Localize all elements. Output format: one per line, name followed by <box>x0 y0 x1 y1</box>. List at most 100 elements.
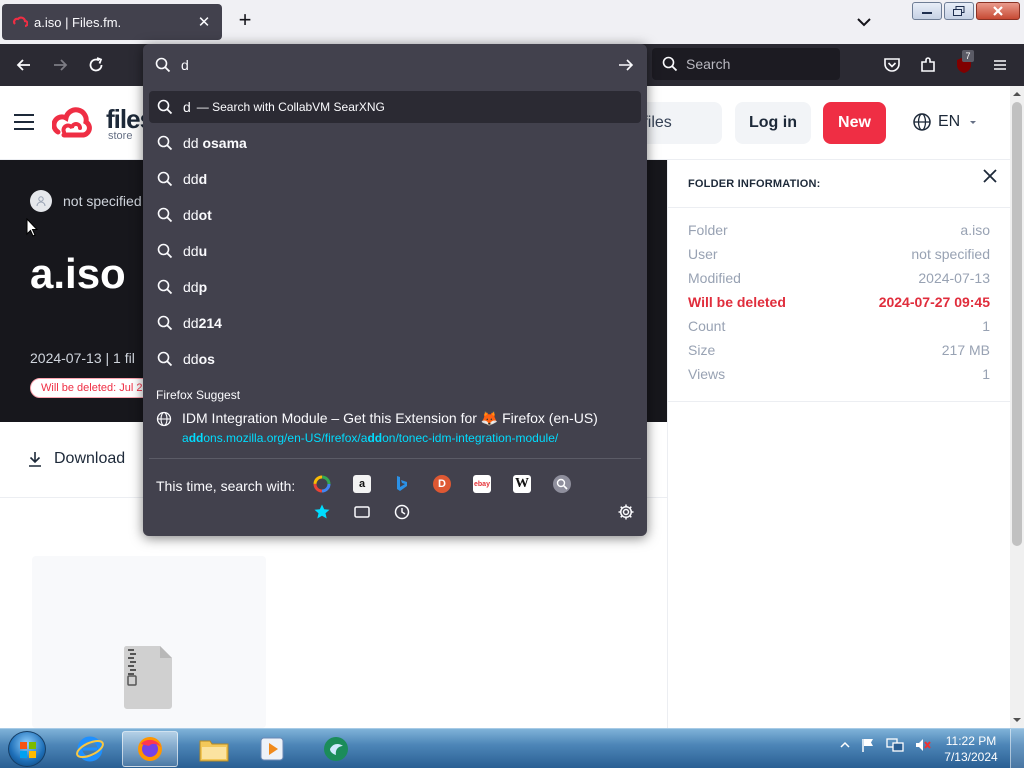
language-selector[interactable]: EN <box>912 112 980 132</box>
back-arrow-icon[interactable] <box>14 55 34 75</box>
window-close-button[interactable] <box>976 2 1020 20</box>
taskbar-internet-explorer[interactable] <box>62 731 118 767</box>
amazon-engine-icon[interactable]: a <box>353 475 371 493</box>
scrollbar-thumb[interactable] <box>1012 102 1022 546</box>
history-clock-icon[interactable] <box>393 503 411 521</box>
panel-header: FOLDER INFORMATION: <box>668 160 1010 208</box>
suggestion-text: ddos <box>183 351 215 367</box>
taskbar-media-player[interactable] <box>244 731 300 767</box>
avatar <box>30 190 52 212</box>
show-desktop-button[interactable] <box>1010 729 1024 768</box>
bookmarks-star-icon[interactable] <box>313 503 331 521</box>
searxng-engine-icon[interactable] <box>553 475 571 493</box>
url-segment: a <box>182 431 189 445</box>
search-icon <box>662 56 678 72</box>
info-value: a.iso <box>960 222 990 238</box>
suggestion-row[interactable]: d — Search with CollabVM SearXNG <box>149 91 641 123</box>
address-bar-text: d <box>181 57 189 73</box>
suggestion-typed-part: dd <box>183 171 199 187</box>
clock-time: 11:22 PM <box>945 734 997 748</box>
firefox-icon <box>138 737 162 761</box>
windows-taskbar: 11:22 PM 7/13/2024 <box>0 728 1024 768</box>
caret-down-icon <box>970 121 977 124</box>
app-menu-hamburger-icon[interactable] <box>990 55 1010 75</box>
restore-button[interactable] <box>944 2 974 20</box>
download-icon <box>29 452 41 467</box>
scroll-down-arrow-icon[interactable] <box>1013 716 1021 724</box>
info-label: Modified <box>688 270 741 286</box>
start-button[interactable] <box>8 731 46 767</box>
close-panel-icon[interactable] <box>980 166 1000 186</box>
volume-muted-icon[interactable] <box>914 737 932 753</box>
folder-information-panel: FOLDER INFORMATION: Folder a.iso User not s… <box>667 160 1010 728</box>
folder-info-row: Views 1 <box>688 362 990 386</box>
media-player-icon <box>260 737 284 761</box>
page-scrollbar[interactable] <box>1010 86 1024 728</box>
show-hidden-icons-icon[interactable] <box>840 740 850 750</box>
info-value: 1 <box>982 318 990 334</box>
extension-badge: 7 <box>962 50 974 62</box>
globe-icon <box>913 113 931 131</box>
site-menu-icon[interactable] <box>14 114 34 132</box>
list-all-tabs-chevron-icon[interactable] <box>854 12 874 32</box>
reload-icon[interactable] <box>86 55 106 75</box>
tab-close-icon[interactable]: ✕ <box>196 13 212 31</box>
info-label: Will be deleted <box>688 294 786 310</box>
wikipedia-engine-icon[interactable]: W <box>513 475 531 493</box>
search-icon <box>157 279 173 295</box>
suggestion-row[interactable]: ddot <box>149 199 641 231</box>
search-bar[interactable]: Search <box>652 48 840 80</box>
search-icon <box>157 243 173 259</box>
pocket-icon[interactable] <box>882 55 902 75</box>
minimize-button[interactable] <box>912 2 942 20</box>
new-button[interactable]: New <box>823 102 886 144</box>
search-settings-gear-icon[interactable] <box>617 503 635 521</box>
suggestion-row[interactable]: ddp <box>149 271 641 303</box>
suggestion-row[interactable]: ddos <box>149 343 641 375</box>
info-value: 2024-07-13 <box>918 270 990 286</box>
suggestion-completion-part: ot <box>198 207 212 223</box>
folder-info-list: Folder a.iso User not specified Modified 2024… <box>668 208 1010 402</box>
suggestion-row[interactable]: dd214 <box>149 307 641 339</box>
suggestion-typed-part: dd <box>183 207 199 223</box>
duckduckgo-engine-icon[interactable]: D <box>433 475 451 493</box>
go-arrow-icon[interactable] <box>617 56 635 74</box>
login-button[interactable]: Log in <box>735 102 811 144</box>
suggestion-row[interactable]: ddd <box>149 163 641 195</box>
tab-title: a.iso | Files.fm. <box>34 14 122 30</box>
bing-engine-icon[interactable] <box>393 475 411 493</box>
network-icon[interactable] <box>886 737 904 753</box>
suggestion-row[interactable]: dd osama <box>149 127 641 159</box>
suggestion-typed-part: dd <box>183 243 199 259</box>
ebay-engine-icon[interactable]: ebay <box>473 475 491 493</box>
globe-icon <box>156 411 172 426</box>
address-bar-input[interactable]: d <box>143 44 647 86</box>
info-value: 2024-07-27 09:45 <box>878 294 990 310</box>
new-tab-button[interactable]: + <box>234 9 256 32</box>
extension-suggestion[interactable]: IDM Integration Module – Get this Extens… <box>156 410 636 445</box>
suggestion-typed-part: dd <box>183 351 199 367</box>
suggestion-action-text: — Search with CollabVM SearXNG <box>196 100 385 114</box>
suggestion-text: dd osama <box>183 135 247 151</box>
folder-title: a.iso <box>30 250 126 297</box>
taskbar-app-globe[interactable] <box>308 731 364 767</box>
suggestion-typed-part: dd <box>183 279 199 295</box>
url-segment: ons.mozilla.org/en-US/firefox/a <box>203 431 368 445</box>
taskbar-file-explorer[interactable] <box>186 731 242 767</box>
tab-a-iso[interactable]: a.iso | Files.fm. ✕ <box>2 4 222 40</box>
scroll-up-arrow-icon[interactable] <box>1013 90 1021 98</box>
download-button[interactable]: Download <box>26 450 125 468</box>
action-center-flag-icon[interactable] <box>860 737 876 753</box>
folder-info-row: Size 217 MB <box>688 338 990 362</box>
forward-arrow-icon[interactable] <box>50 55 70 75</box>
system-clock[interactable]: 11:22 PM 7/13/2024 <box>936 733 1006 765</box>
suggestion-row[interactable]: ddu <box>149 235 641 267</box>
tabs-icon[interactable] <box>353 503 371 521</box>
suggestion-text: ddp <box>183 279 207 295</box>
google-engine-icon[interactable] <box>313 475 331 493</box>
info-label: Views <box>688 366 726 382</box>
extension-suggestion-title: IDM Integration Module – Get this Extens… <box>182 410 598 426</box>
search-icon <box>155 57 171 73</box>
extensions-puzzle-icon[interactable] <box>918 55 938 75</box>
taskbar-firefox[interactable] <box>122 731 178 767</box>
